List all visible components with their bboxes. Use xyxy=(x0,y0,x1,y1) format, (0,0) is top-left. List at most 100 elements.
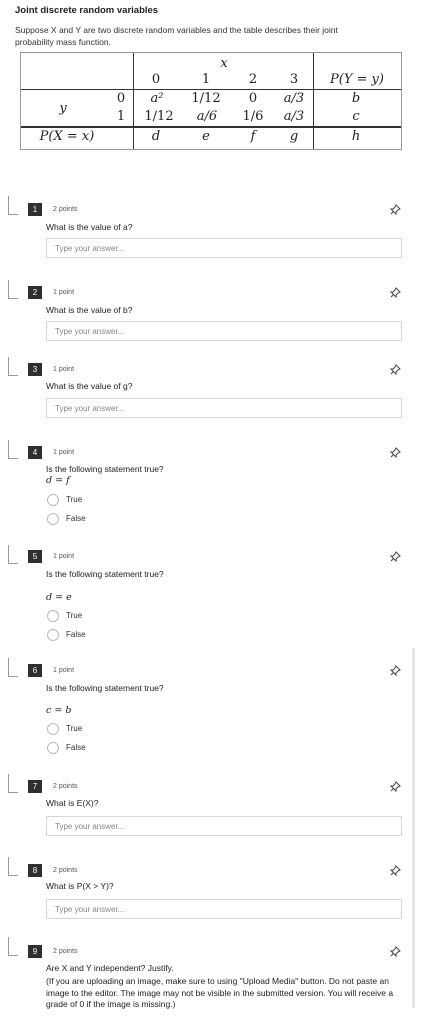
px-value: f xyxy=(250,129,256,144)
question-marker xyxy=(8,937,9,955)
question-marker xyxy=(8,298,18,299)
pin-icon[interactable] xyxy=(389,665,401,677)
question-number: 7 xyxy=(28,780,42,793)
question-text: What is E(X)? xyxy=(46,798,99,808)
table-divider xyxy=(21,126,401,128)
question-marker xyxy=(8,440,9,458)
intro-text: Suppose X and Y are two discrete random … xyxy=(15,25,338,47)
px-value: d xyxy=(151,129,161,144)
y-label: y xyxy=(59,101,67,116)
question-text: What is the value of a? xyxy=(46,222,133,232)
py-value: b xyxy=(351,91,361,106)
option-label: False xyxy=(66,630,86,639)
radio-true[interactable] xyxy=(47,494,59,506)
px-label: P(X = x) xyxy=(39,129,95,144)
pmf-cell: a/3 xyxy=(283,109,305,124)
question-marker xyxy=(8,545,9,563)
answer-input[interactable]: Type your answer... xyxy=(46,321,402,341)
question-marker xyxy=(8,357,9,375)
question-text: Is the following statement true? xyxy=(46,683,164,693)
question-text: What is the value of b? xyxy=(46,305,133,315)
joint-pmf-table: x 0 1 2 3 P(Y = y) y 0 1 a² 1/12 0 a/3 b… xyxy=(20,52,402,150)
question-points: 2 points xyxy=(53,867,78,874)
question-marker xyxy=(8,458,18,459)
option-label: True xyxy=(66,495,83,504)
question-number: 5 xyxy=(28,550,42,563)
question-marker xyxy=(8,857,9,875)
question-marker xyxy=(8,955,18,956)
answer-input[interactable]: Type your answer... xyxy=(46,816,402,836)
question-number: 4 xyxy=(28,446,42,459)
question-text: Are X and Y independent? Justify. xyxy=(46,963,174,973)
question-text: Is the following statement true? xyxy=(46,464,164,474)
pin-icon[interactable] xyxy=(389,447,401,459)
pin-icon[interactable] xyxy=(389,946,401,958)
question-number: 3 xyxy=(28,363,42,376)
x-value: 1 xyxy=(201,72,211,87)
radio-true[interactable] xyxy=(47,610,59,622)
question-points: 1 point xyxy=(53,289,75,296)
question-points: 2 points xyxy=(53,206,78,213)
question-text: What is the value of g? xyxy=(46,381,133,391)
page-title: Joint discrete random variables xyxy=(15,5,159,16)
x-value: 2 xyxy=(248,72,258,87)
question-number: 1 xyxy=(28,203,42,216)
question-marker xyxy=(8,658,9,676)
x-value: 0 xyxy=(151,72,161,87)
statement-equation: c = b xyxy=(46,705,72,716)
y-value: 1 xyxy=(116,109,126,124)
question-marker xyxy=(8,774,9,792)
question-text: What is P(X > Y)? xyxy=(46,881,114,891)
pmf-cell: a/6 xyxy=(196,109,218,124)
statement-equation: d = e xyxy=(46,592,72,603)
py-header: P(Y = y) xyxy=(330,72,384,87)
statement-equation: d = f xyxy=(46,475,70,486)
scrollbar[interactable] xyxy=(412,648,415,1008)
question-number: 2 xyxy=(28,286,42,299)
pmf-cell: 0 xyxy=(248,91,258,106)
question-points: 1 point xyxy=(53,366,75,373)
table-divider xyxy=(313,53,314,149)
question-marker xyxy=(8,792,18,793)
py-value: c xyxy=(352,109,360,124)
radio-true[interactable] xyxy=(47,723,59,735)
radio-false[interactable] xyxy=(47,513,59,525)
question-points: 2 points xyxy=(53,948,78,955)
pin-icon[interactable] xyxy=(389,551,401,563)
table-divider xyxy=(133,53,134,149)
radio-false[interactable] xyxy=(47,742,59,754)
pmf-cell: 1/6 xyxy=(242,109,264,124)
question-marker xyxy=(8,280,9,298)
pmf-cell: 1/12 xyxy=(144,109,174,124)
answer-input[interactable]: Type your answer... xyxy=(46,238,402,258)
question-points: 1 point xyxy=(53,667,75,674)
question-number: 6 xyxy=(28,664,42,677)
option-label: False xyxy=(66,743,86,752)
pin-icon[interactable] xyxy=(389,865,401,877)
radio-false[interactable] xyxy=(47,629,59,641)
pmf-cell: a² xyxy=(150,91,164,106)
pin-icon[interactable] xyxy=(389,364,401,376)
answer-input[interactable]: Type your answer... xyxy=(46,398,402,418)
table-divider xyxy=(21,89,401,90)
question-points: 1 point xyxy=(53,553,75,560)
question-marker xyxy=(8,196,9,214)
pin-icon[interactable] xyxy=(389,204,401,216)
question-marker xyxy=(8,375,18,376)
x-value: 3 xyxy=(289,72,299,87)
answer-input[interactable]: Type your answer... xyxy=(46,899,402,919)
pmf-cell: a/3 xyxy=(283,91,305,106)
option-label: True xyxy=(66,724,83,733)
question-text: Is the following statement true? xyxy=(46,569,164,579)
pin-icon[interactable] xyxy=(389,781,401,793)
x-label: x xyxy=(220,56,228,71)
px-value: g xyxy=(289,129,299,144)
pmf-cell: 1/12 xyxy=(191,91,221,106)
question-marker xyxy=(8,676,18,677)
question-points: 2 points xyxy=(53,783,78,790)
question-number: 9 xyxy=(28,945,42,958)
question-marker xyxy=(8,875,18,876)
pin-icon[interactable] xyxy=(389,287,401,299)
upload-instructions: (If you are uploading an image, make sur… xyxy=(46,976,394,1009)
question-marker xyxy=(8,214,18,215)
